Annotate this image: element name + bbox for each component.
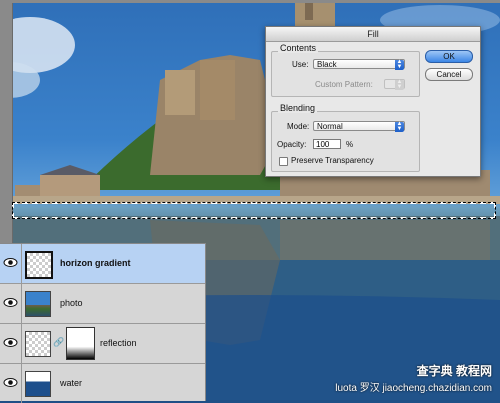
top-edge <box>0 0 500 3</box>
blending-label: Blending <box>278 103 318 113</box>
layer-thumbnail <box>25 251 53 279</box>
dialog-title: Fill <box>266 27 480 42</box>
eye-icon[interactable] <box>3 337 18 348</box>
use-select[interactable]: Black ▲ ▼ <box>313 59 405 70</box>
fill-dialog: Fill Contents Use: Black ▲ ▼ Custom Patte… <box>265 26 481 177</box>
layer-name: horizon gradient <box>60 258 131 268</box>
layer-row-photo[interactable]: photo <box>0 284 205 324</box>
divider <box>21 324 22 363</box>
opacity-label: Opacity: <box>277 140 307 149</box>
preserve-transparency-label: Preserve Transparency <box>291 156 374 165</box>
eye-icon[interactable] <box>3 297 18 308</box>
watermark-line1: 查字典 教程网 <box>416 364 492 378</box>
watermark: 查字典 教程网 luota 罗汉 jiaocheng.chazidian.com <box>335 362 492 394</box>
layer-mask-thumbnail <box>66 327 95 360</box>
use-value: Black <box>317 60 337 69</box>
layer-name: reflection <box>100 338 137 348</box>
layer-name: photo <box>60 298 83 308</box>
mode-select[interactable]: Normal ▲ ▼ <box>313 121 405 132</box>
layer-thumbnail <box>25 331 51 357</box>
contents-label: Contents <box>278 43 319 53</box>
marquee-selection[interactable] <box>12 202 496 219</box>
layer-name: water <box>60 378 83 388</box>
contents-group: Contents Use: Black ▲ ▼ Custom Pattern: ▲… <box>271 43 420 97</box>
mode-label: Mode: <box>287 122 310 131</box>
layers-panel: horizon gradient photo 🔗 reflection wate… <box>0 243 206 403</box>
custom-pattern-select: ▲ ▼ <box>384 79 405 90</box>
eye-icon[interactable] <box>3 377 18 388</box>
divider <box>21 244 22 283</box>
blending-group: Blending Mode: Normal ▲ ▼ Opacity: 100 % … <box>271 103 420 172</box>
layer-row-horizon-gradient[interactable]: horizon gradient <box>0 244 205 284</box>
preserve-transparency-checkbox[interactable] <box>279 157 288 166</box>
use-label: Use: <box>292 60 309 69</box>
select-arrows-icon: ▲ ▼ <box>395 121 404 132</box>
select-arrows-icon: ▲ ▼ <box>395 59 404 70</box>
layer-thumbnail <box>25 291 51 317</box>
layer-row-reflection[interactable]: 🔗 reflection <box>0 324 205 364</box>
link-chain-icon[interactable]: 🔗 <box>53 337 64 348</box>
ok-button[interactable]: OK <box>425 50 473 63</box>
custom-pattern-label: Custom Pattern: <box>315 80 373 89</box>
opacity-unit: % <box>346 140 354 149</box>
layer-row-water[interactable]: water <box>0 364 205 403</box>
layer-thumbnail <box>25 371 51 397</box>
opacity-input[interactable]: 100 <box>313 139 341 149</box>
watermark-line2: luota 罗汉 jiaocheng.chazidian.com <box>335 383 492 394</box>
cancel-button[interactable]: Cancel <box>425 68 473 81</box>
eye-icon[interactable] <box>3 257 18 268</box>
divider <box>21 364 22 403</box>
mode-value: Normal <box>317 122 343 131</box>
divider <box>21 284 22 323</box>
select-arrows-icon: ▲ ▼ <box>395 79 404 90</box>
